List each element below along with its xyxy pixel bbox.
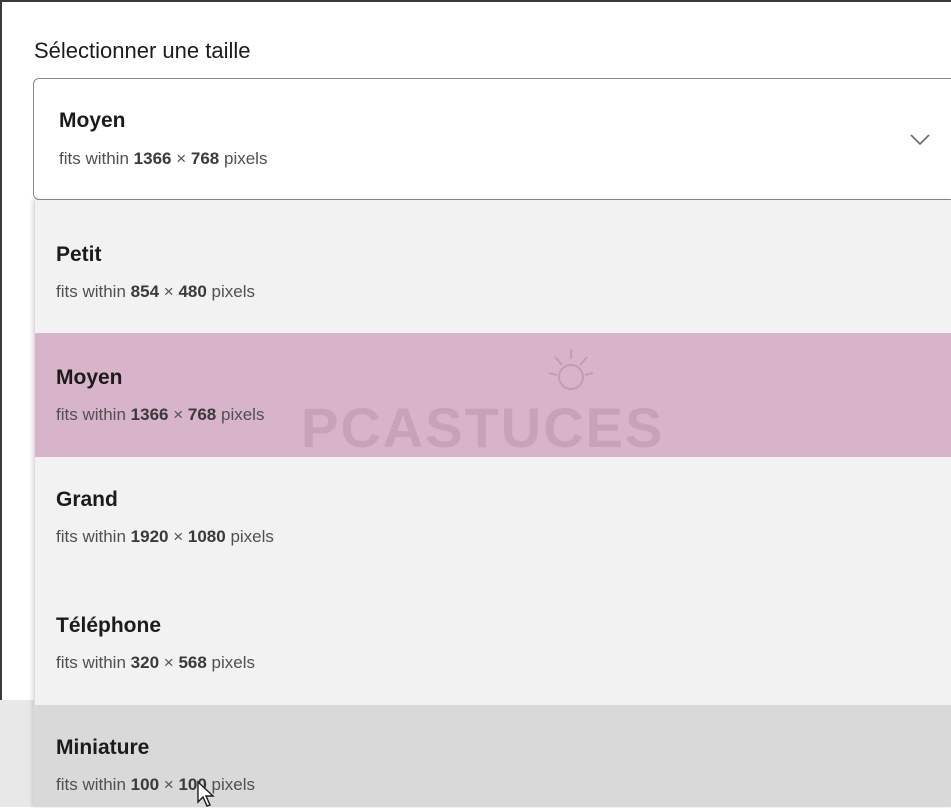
option-title: Moyen: [56, 366, 123, 389]
option-title: Téléphone: [56, 614, 162, 637]
mouse-pointer-icon: [197, 780, 215, 807]
background-panel: [0, 700, 34, 807]
size-options-list: Petit fits within 854 × 480 pixels Moyen…: [34, 200, 951, 807]
option-moyen[interactable]: Moyen fits within 1366 × 768 pixels: [35, 333, 951, 457]
option-description: fits within 854 × 480 pixels: [56, 282, 256, 301]
option-title: Miniature: [56, 736, 150, 759]
window-left-border: [0, 0, 2, 807]
option-telephone[interactable]: Téléphone fits within 320 × 568 pixels: [35, 581, 951, 705]
option-description: fits within 1366 × 768 pixels: [56, 405, 265, 424]
option-grand[interactable]: Grand fits within 1920 × 1080 pixels: [35, 457, 951, 581]
option-description: fits within 320 × 568 pixels: [56, 653, 256, 672]
option-title: Grand: [56, 488, 118, 511]
option-description: fits within 100 × 100 pixels: [56, 775, 256, 794]
chevron-down-icon[interactable]: [908, 131, 932, 147]
option-title: Petit: [56, 243, 102, 266]
option-miniature[interactable]: Miniature fits within 100 × 100 pixels: [35, 705, 951, 807]
option-petit[interactable]: Petit fits within 854 × 480 pixels: [35, 200, 951, 333]
size-select-label: Sélectionner une taille: [34, 38, 251, 63]
option-description: fits within 1920 × 1080 pixels: [56, 527, 274, 546]
selected-size-description: fits within 1366 × 768 pixels: [59, 149, 268, 168]
selected-size-title: Moyen: [59, 109, 126, 132]
window-top-border: [0, 0, 951, 2]
size-dropdown[interactable]: Moyen fits within 1366 × 768 pixels: [33, 78, 951, 200]
